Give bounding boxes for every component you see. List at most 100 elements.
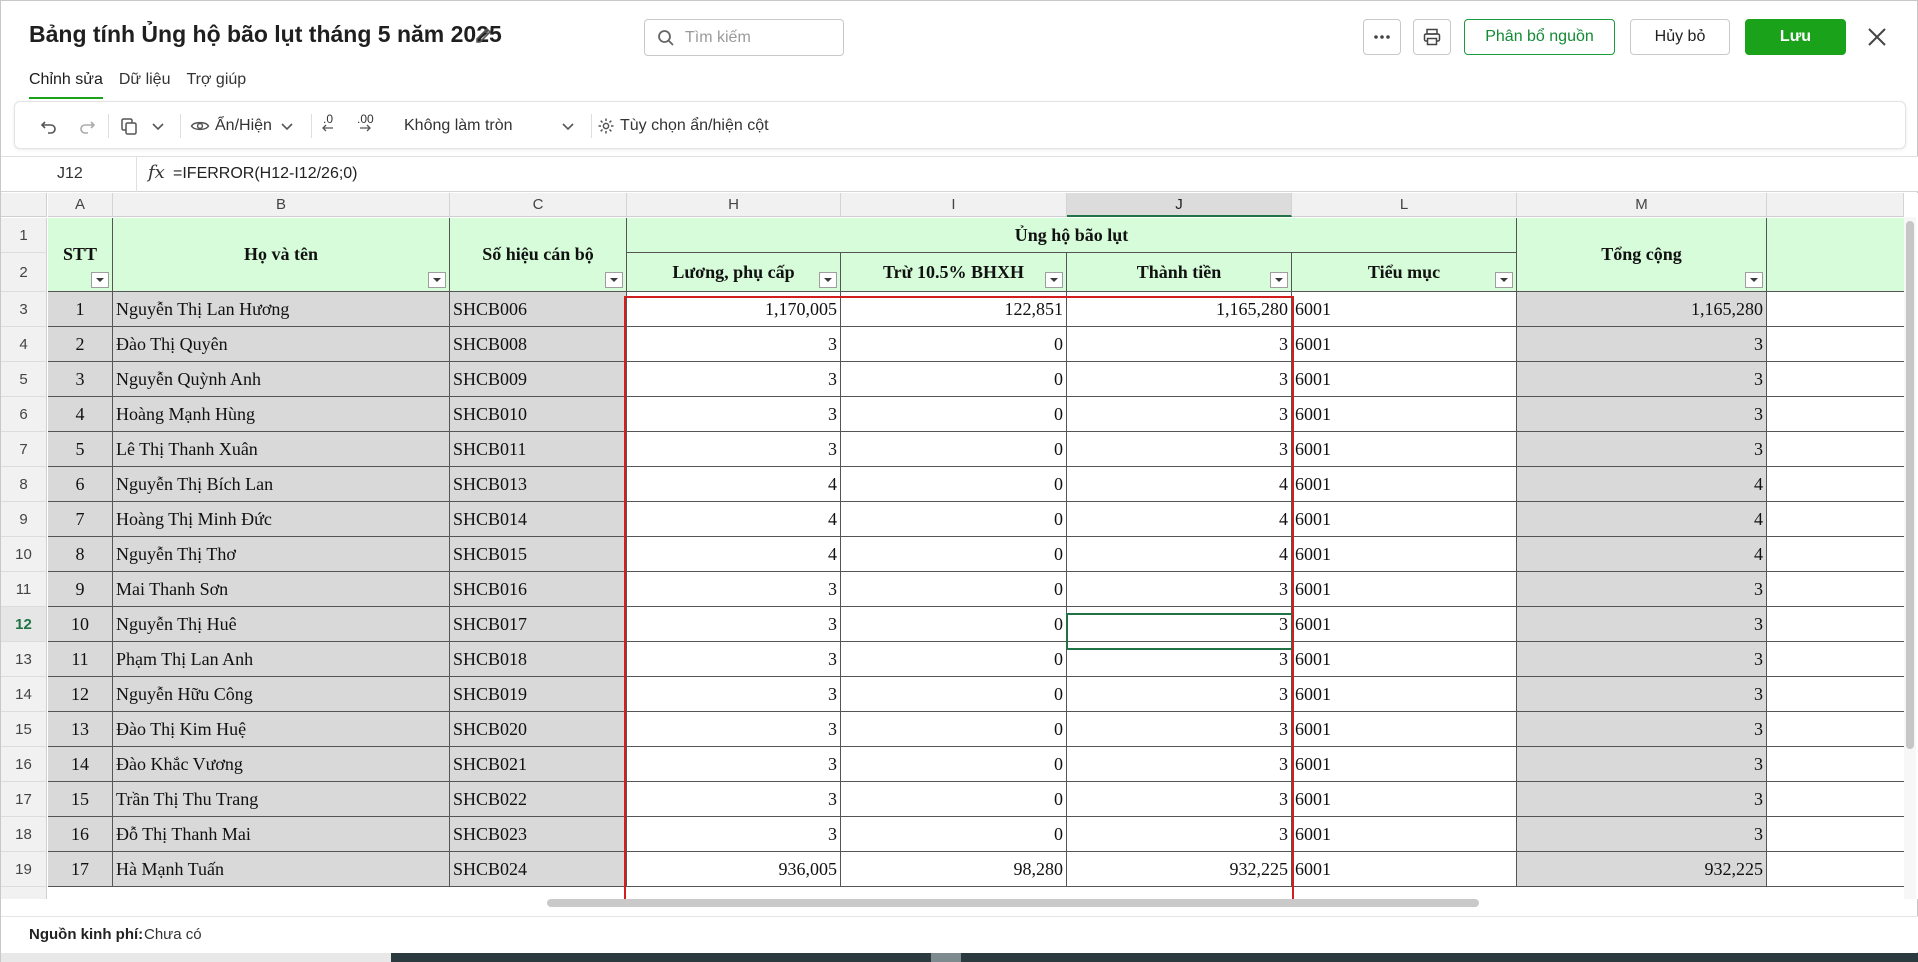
allocate-source-button[interactable]: Phân bổ nguồn xyxy=(1464,19,1615,55)
cell-m[interactable]: 3 xyxy=(1517,327,1767,362)
cell-empty[interactable] xyxy=(1767,817,1904,852)
row-header[interactable]: 9 xyxy=(1,502,47,537)
cell-name[interactable]: Nguyễn Quỳnh Anh xyxy=(113,362,450,397)
cell-h[interactable]: 4 xyxy=(627,502,841,537)
row-header[interactable]: 17 xyxy=(1,782,47,817)
cell-l[interactable]: 6001 xyxy=(1292,537,1517,572)
cell-j[interactable]: 3 xyxy=(1067,747,1292,782)
filter-dropdown-icon[interactable] xyxy=(428,272,446,288)
cell-stt[interactable]: 9 xyxy=(48,572,113,607)
row-header[interactable]: 13 xyxy=(1,642,47,677)
save-button[interactable]: Lưu xyxy=(1745,19,1846,55)
cell-j[interactable]: 3 xyxy=(1067,397,1292,432)
cell-stt[interactable]: 8 xyxy=(48,537,113,572)
print-button[interactable] xyxy=(1413,19,1451,55)
cell-id[interactable]: SHCB020 xyxy=(450,712,627,747)
cell-m[interactable]: 3 xyxy=(1517,607,1767,642)
row-header[interactable]: 15 xyxy=(1,712,47,747)
rounding-select[interactable]: Không làm tròn xyxy=(404,112,580,140)
cell-stt[interactable]: 17 xyxy=(48,852,113,887)
decrease-decimal-button[interactable]: .0 xyxy=(321,112,335,140)
cell-stt[interactable]: 3 xyxy=(48,362,113,397)
cell-h[interactable]: 1,170,005 xyxy=(627,292,841,327)
cell-i[interactable]: 0 xyxy=(841,432,1067,467)
cell-m[interactable]: 4 xyxy=(1517,537,1767,572)
cell-h[interactable]: 4 xyxy=(627,467,841,502)
cell-l[interactable]: 6001 xyxy=(1292,747,1517,782)
row-header[interactable]: 6 xyxy=(1,397,47,432)
cell-stt[interactable]: 14 xyxy=(48,747,113,782)
cell-h[interactable]: 3 xyxy=(627,607,841,642)
cell-l[interactable]: 6001 xyxy=(1292,677,1517,712)
cell-h[interactable]: 3 xyxy=(627,572,841,607)
row-header[interactable]: 16 xyxy=(1,747,47,782)
column-header-l[interactable]: L xyxy=(1292,193,1517,217)
cell-stt[interactable]: 7 xyxy=(48,502,113,537)
tab-help[interactable]: Trợ giúp xyxy=(186,69,246,99)
cell-stt[interactable]: 13 xyxy=(48,712,113,747)
more-options-button[interactable] xyxy=(1363,19,1401,55)
cell-stt[interactable]: 4 xyxy=(48,397,113,432)
cell-l[interactable]: 6001 xyxy=(1292,397,1517,432)
cell-id[interactable]: SHCB013 xyxy=(450,467,627,502)
row-header[interactable]: 10 xyxy=(1,537,47,572)
copy-button[interactable] xyxy=(119,112,139,140)
cell-empty[interactable] xyxy=(1767,397,1904,432)
cell-id[interactable]: SHCB022 xyxy=(450,782,627,817)
cell-i[interactable]: 0 xyxy=(841,642,1067,677)
cell-id[interactable]: SHCB018 xyxy=(450,642,627,677)
cell-empty[interactable] xyxy=(1767,747,1904,782)
cell-i[interactable]: 0 xyxy=(841,607,1067,642)
show-hide-dropdown[interactable]: Ẩn/Hiện xyxy=(190,112,295,140)
cell-l[interactable]: 6001 xyxy=(1292,642,1517,677)
cell-name[interactable]: Đào Khắc Vương xyxy=(113,747,450,782)
copy-dropdown-button[interactable] xyxy=(150,112,166,140)
cell-j[interactable]: 3 xyxy=(1067,642,1292,677)
cell-j[interactable]: 3 xyxy=(1067,782,1292,817)
cell-name[interactable]: Nguyễn Thị Thơ xyxy=(113,537,450,572)
cell-name[interactable]: Phạm Thị Lan Anh xyxy=(113,642,450,677)
cell-m[interactable]: 3 xyxy=(1517,432,1767,467)
cell-j[interactable]: 3 xyxy=(1067,607,1292,642)
cell-stt[interactable]: 16 xyxy=(48,817,113,852)
cell-i[interactable]: 0 xyxy=(841,397,1067,432)
cell-j[interactable]: 3 xyxy=(1067,572,1292,607)
cell-stt[interactable]: 2 xyxy=(48,327,113,362)
row-header[interactable]: 5 xyxy=(1,362,47,397)
row-header[interactable]: 14 xyxy=(1,677,47,712)
row-header[interactable]: 20 xyxy=(1,887,47,899)
cell-name[interactable]: Đỗ Thị Thanh Mai xyxy=(113,817,450,852)
cell-l[interactable]: 6001 xyxy=(1292,432,1517,467)
cell-l[interactable]: 6001 xyxy=(1292,292,1517,327)
cell-l[interactable]: 6001 xyxy=(1292,782,1517,817)
cell-h[interactable]: 4 xyxy=(627,537,841,572)
row-header[interactable]: 1 xyxy=(1,218,47,253)
filter-dropdown-icon[interactable] xyxy=(1270,272,1288,288)
cell-name[interactable]: Nguyễn Thị Bích Lan xyxy=(113,467,450,502)
cell-j[interactable]: 3 xyxy=(1067,362,1292,397)
cancel-button[interactable]: Hủy bỏ xyxy=(1630,19,1730,55)
cell-reference[interactable]: J12 xyxy=(57,165,83,183)
cell-l[interactable]: 6001 xyxy=(1292,502,1517,537)
increase-decimal-button[interactable]: .00 xyxy=(357,112,374,140)
row-header[interactable]: 11 xyxy=(1,572,47,607)
search-box[interactable] xyxy=(644,19,844,56)
horizontal-scrollbar-thumb[interactable] xyxy=(547,899,1479,907)
cell-i[interactable]: 98,280 xyxy=(841,852,1067,887)
cell-l[interactable]: 6001 xyxy=(1292,572,1517,607)
cell-h[interactable]: 3 xyxy=(627,432,841,467)
cell-m[interactable]: 3 xyxy=(1517,747,1767,782)
cell-id[interactable]: SHCB016 xyxy=(450,572,627,607)
column-header-m[interactable]: M xyxy=(1517,193,1767,217)
cell-j[interactable]: 4 xyxy=(1067,467,1292,502)
cell-m[interactable]: 4 xyxy=(1517,467,1767,502)
cell-j[interactable]: 4 xyxy=(1067,502,1292,537)
cell-empty[interactable] xyxy=(1767,432,1904,467)
cell-name[interactable]: Đào Thị Quyên xyxy=(113,327,450,362)
cell-id[interactable]: SHCB014 xyxy=(450,502,627,537)
column-visibility-options-button[interactable]: Tùy chọn ẩn/hiện cột xyxy=(597,112,769,140)
filter-dropdown-icon[interactable] xyxy=(819,272,837,288)
redo-button[interactable] xyxy=(77,112,97,140)
cell-name[interactable]: Nguyễn Hữu Công xyxy=(113,677,450,712)
cell-j[interactable]: 3 xyxy=(1067,712,1292,747)
